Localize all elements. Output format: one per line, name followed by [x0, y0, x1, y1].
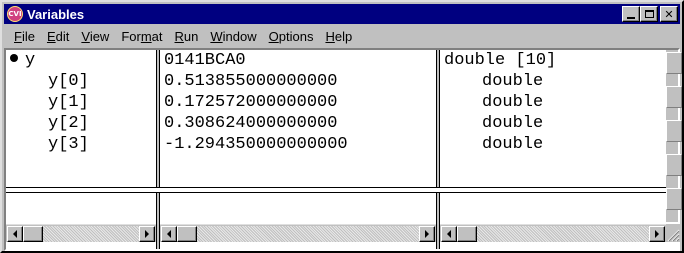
variable-name: y[3]	[48, 135, 89, 154]
value-cell[interactable]: -1.294350000000000	[160, 134, 436, 155]
menu-options[interactable]: Options	[263, 29, 320, 44]
variable-name: y	[25, 51, 36, 70]
close-icon: ✕	[664, 7, 674, 21]
arrow-right-icon	[425, 230, 429, 238]
expanded-marker-icon	[10, 54, 18, 62]
scroll-right-button[interactable]	[649, 226, 665, 242]
value-cell[interactable]: 0.513855000000000	[160, 71, 436, 92]
variable-name: y[0]	[48, 72, 89, 91]
pane-divider[interactable]	[6, 187, 666, 193]
scroll-track[interactable]	[177, 226, 419, 242]
resize-grip-icon[interactable]	[666, 224, 680, 242]
type-column[interactable]: double [10] double double double double	[440, 50, 666, 186]
arrow-right-icon	[145, 230, 149, 238]
variables-panes: y y[0] y[1] y[2] y[3] 0141BCA0 0.5138550…	[4, 48, 682, 251]
title-buttons: ✕	[622, 6, 678, 22]
variable-name: y[1]	[48, 93, 89, 112]
scroll-left-button[interactable]	[161, 226, 177, 242]
variable-row-parent[interactable]: y	[6, 50, 156, 71]
scroll-left-button[interactable]	[7, 226, 23, 242]
type-cell: double	[482, 72, 544, 91]
app-logo-text: CVI	[8, 10, 22, 18]
minimize-icon	[627, 17, 635, 19]
value-hscrollbar[interactable]	[160, 224, 436, 242]
maximize-button[interactable]	[640, 6, 658, 22]
scroll-left-button[interactable]	[441, 226, 457, 242]
variable-row[interactable]: y[1]	[6, 92, 156, 113]
maximize-icon	[644, 10, 654, 18]
type-hscrollbar[interactable]	[440, 224, 666, 242]
arrow-left-icon	[447, 230, 451, 238]
value-column[interactable]: 0141BCA0 0.513855000000000 0.17257200000…	[160, 50, 436, 186]
title-bar[interactable]: CVI Variables ✕	[4, 4, 680, 24]
menu-view[interactable]: View	[75, 29, 115, 44]
scroll-segment[interactable]	[666, 188, 682, 210]
arrow-left-icon	[167, 230, 171, 238]
type-cell: double	[482, 114, 544, 133]
variable-row[interactable]: y[0]	[6, 71, 156, 92]
value-cell[interactable]: 0.308624000000000	[160, 113, 436, 134]
arrow-right-icon	[655, 230, 659, 238]
menu-edit[interactable]: Edit	[41, 29, 75, 44]
scroll-segment[interactable]	[666, 120, 682, 142]
minimize-button[interactable]	[622, 6, 640, 22]
scroll-right-button[interactable]	[419, 226, 435, 242]
variables-window: CVI Variables ✕ File Edit View Format Ru…	[0, 0, 684, 253]
scroll-track[interactable]	[457, 226, 649, 242]
menu-file[interactable]: File	[8, 29, 41, 44]
variable-row[interactable]: y[3]	[6, 134, 156, 155]
variable-row[interactable]: y[2]	[6, 113, 156, 134]
window-title: Variables	[27, 6, 85, 22]
scroll-thumb[interactable]	[457, 226, 477, 242]
app-logo-icon[interactable]: CVI	[7, 6, 23, 22]
variable-name: y[2]	[48, 114, 89, 133]
type-cell: double [10]	[444, 51, 557, 70]
vertical-scrollbar[interactable]	[666, 50, 682, 222]
menu-help[interactable]: Help	[319, 29, 358, 44]
scroll-right-button[interactable]	[139, 226, 155, 242]
menu-run[interactable]: Run	[169, 29, 205, 44]
value-cell[interactable]: 0141BCA0	[160, 50, 436, 71]
scroll-thumb[interactable]	[177, 226, 197, 242]
arrow-left-icon	[13, 230, 17, 238]
name-hscrollbar[interactable]	[6, 224, 156, 242]
name-column[interactable]: y y[0] y[1] y[2] y[3]	[6, 50, 156, 186]
close-button[interactable]: ✕	[660, 6, 678, 22]
menu-format[interactable]: Format	[115, 29, 168, 44]
value-cell[interactable]: 0.172572000000000	[160, 92, 436, 113]
scroll-segment[interactable]	[666, 86, 682, 108]
scroll-segment[interactable]	[666, 52, 682, 74]
scroll-thumb[interactable]	[23, 226, 43, 242]
menu-window[interactable]: Window	[204, 29, 262, 44]
type-cell: double	[482, 135, 544, 154]
scroll-segment[interactable]	[666, 154, 682, 176]
type-cell: double	[482, 93, 544, 112]
menu-bar: File Edit View Format Run Window Options…	[4, 26, 680, 46]
